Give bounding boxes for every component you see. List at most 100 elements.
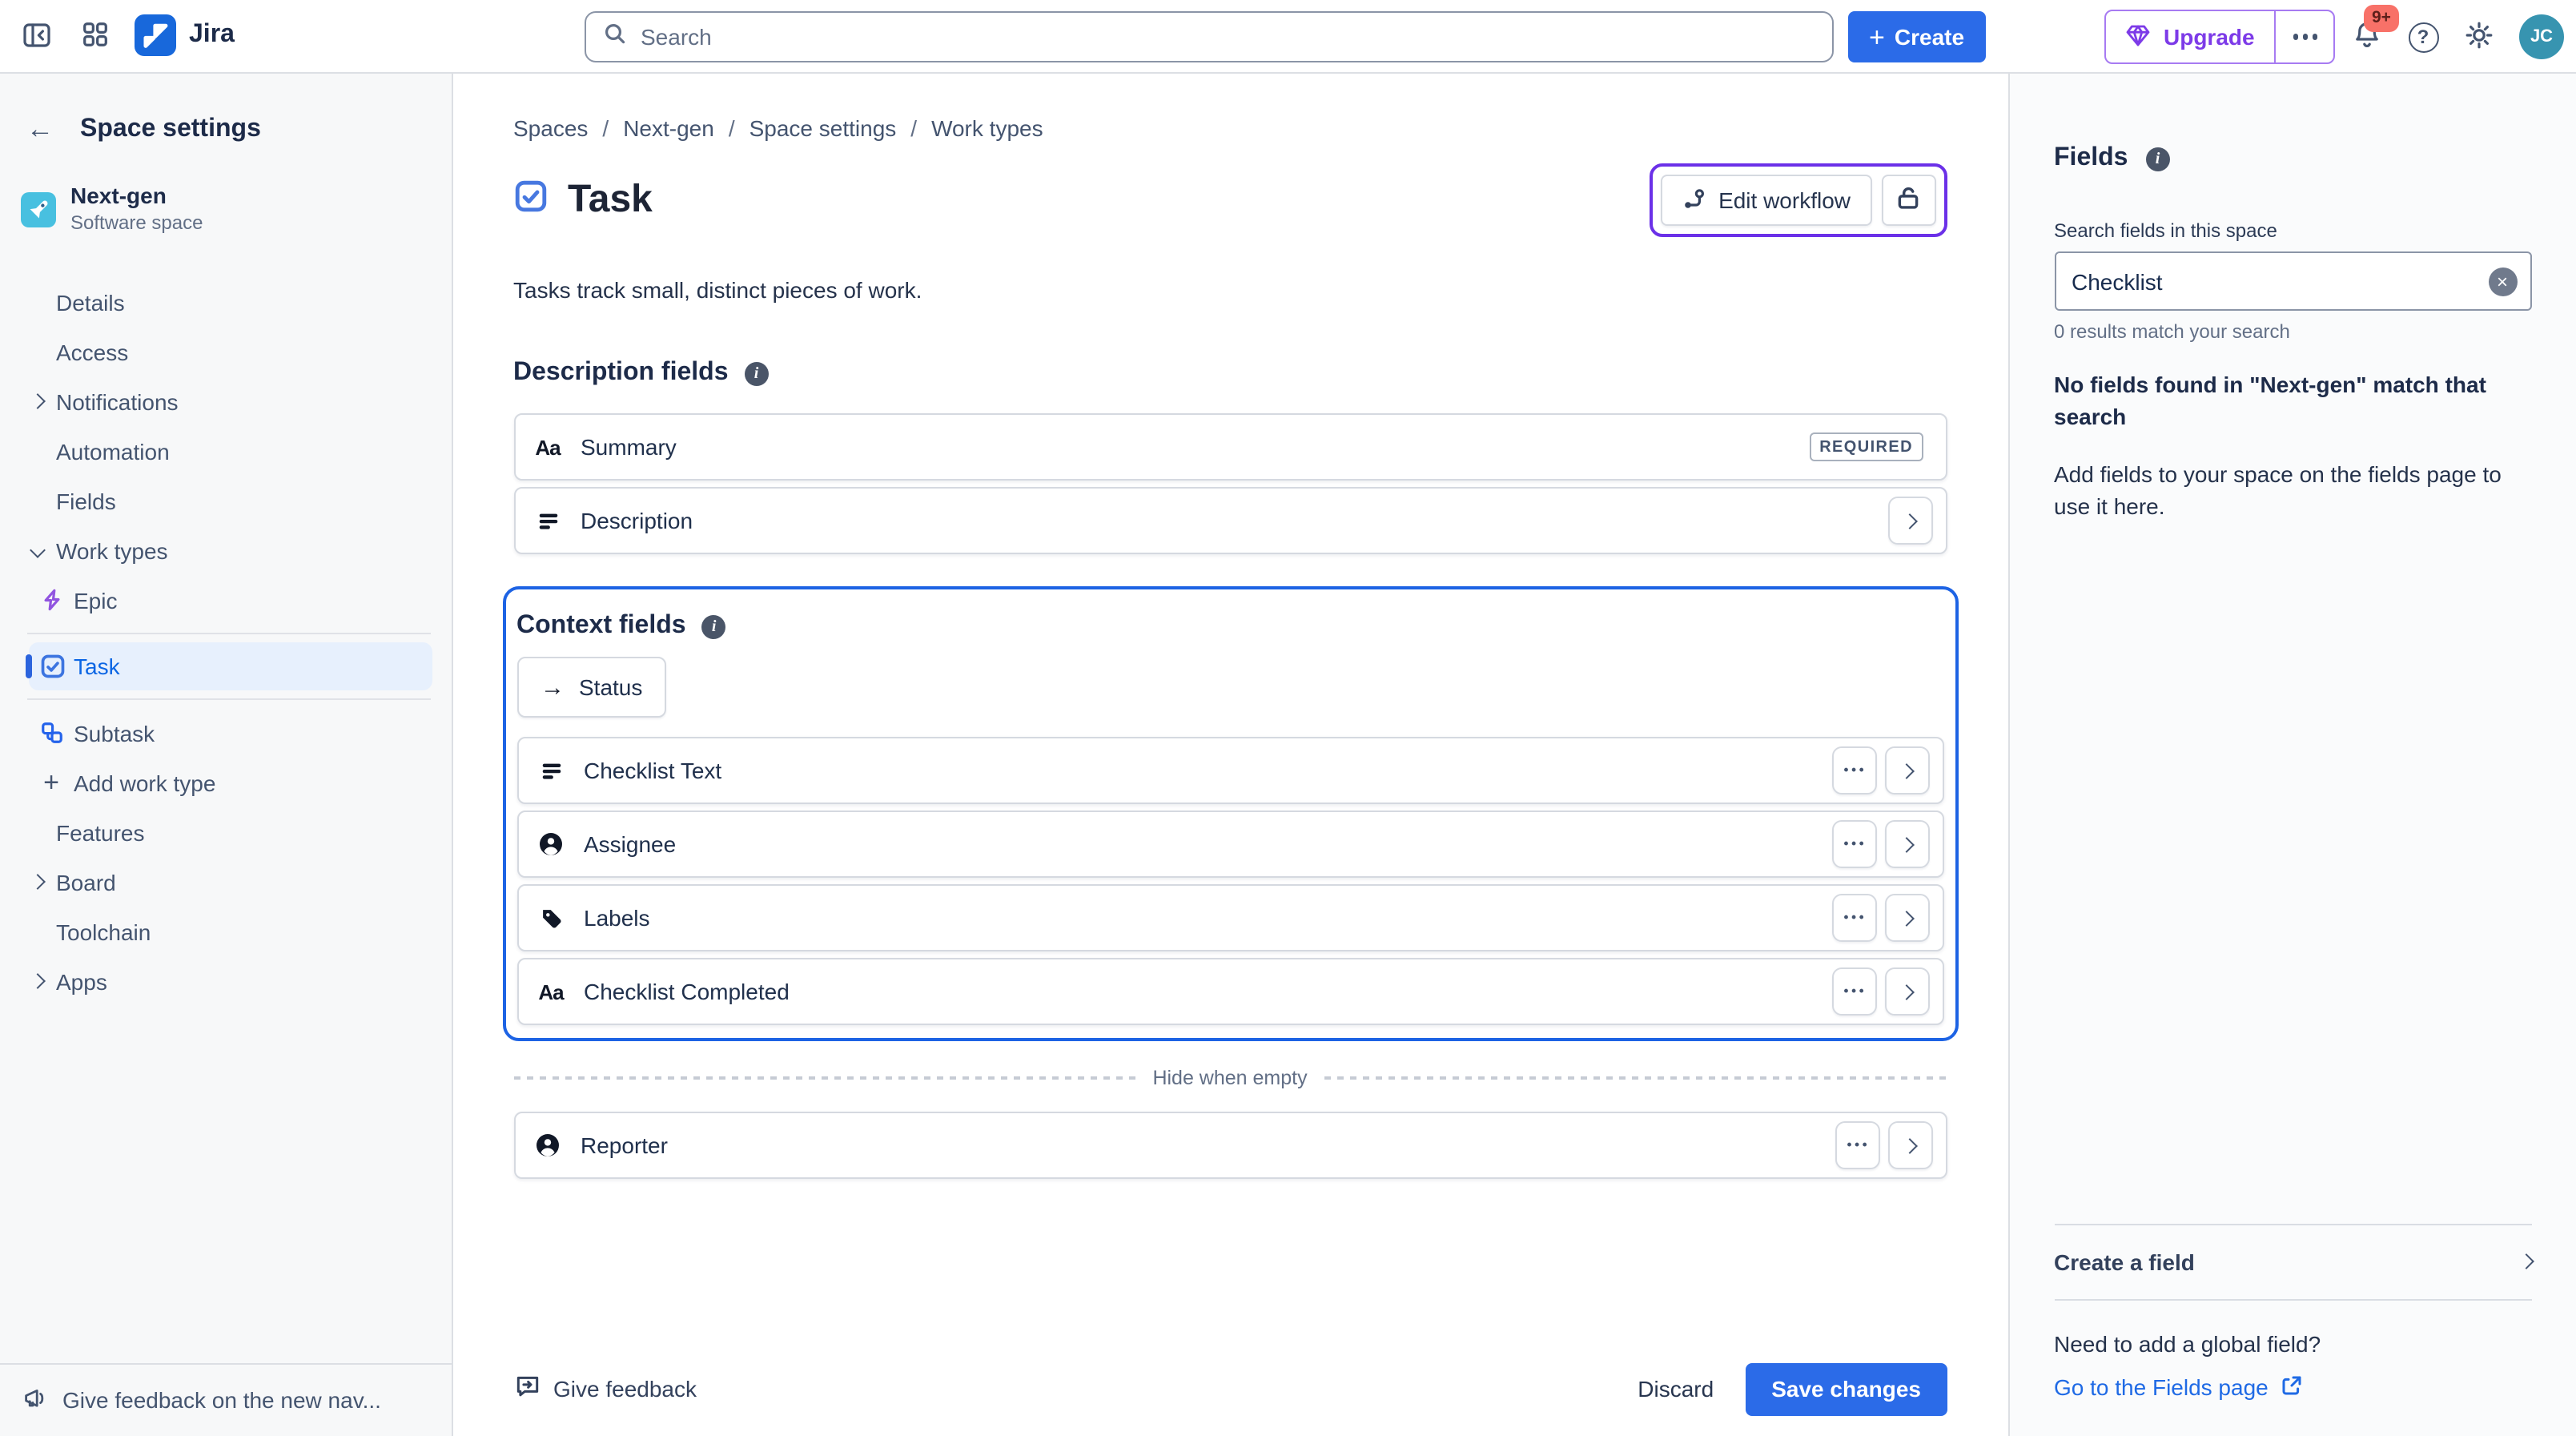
sidebar-item-toolchain[interactable]: Toolchain xyxy=(0,907,451,956)
field-row-checklist-completed[interactable]: Aa Checklist Completed xyxy=(516,958,1943,1025)
expand-field-button[interactable] xyxy=(1887,497,1932,545)
app-switcher-button[interactable] xyxy=(69,11,120,62)
field-more-button[interactable] xyxy=(1831,746,1876,794)
sidebar-item-label: Access xyxy=(56,339,128,364)
epic-icon xyxy=(38,587,64,613)
sidebar-item-access[interactable]: Access xyxy=(0,327,451,376)
tag-icon xyxy=(537,906,565,930)
paragraph-icon xyxy=(537,758,565,782)
sidebar-header: ← Space settings xyxy=(0,74,451,149)
sidebar-item-automation[interactable]: Automation xyxy=(0,426,451,476)
page-title: Task xyxy=(568,178,653,223)
field-row-labels[interactable]: Labels xyxy=(516,884,1943,951)
sidebar-item-notifications[interactable]: Notifications xyxy=(0,376,451,426)
sidebar-item-apps[interactable]: Apps xyxy=(0,956,451,1006)
context-fields-heading: Context fields i xyxy=(516,612,1943,641)
give-feedback-button[interactable]: Give feedback xyxy=(513,1373,697,1405)
sidebar-item-epic[interactable]: Epic xyxy=(0,575,451,625)
field-label: Description xyxy=(581,508,1868,533)
sidebar-item-board[interactable]: Board xyxy=(0,857,451,907)
create-field-button[interactable]: Create a field xyxy=(2054,1225,2531,1298)
field-row-summary[interactable]: Aa Summary REQUIRED xyxy=(513,413,1947,481)
sidebar-item-features[interactable]: Features xyxy=(0,807,451,857)
edit-workflow-button[interactable]: Edit workflow xyxy=(1661,175,1871,226)
field-more-button[interactable] xyxy=(1831,820,1876,868)
notification-count-badge: 9+ xyxy=(2364,5,2399,31)
back-button[interactable]: ← xyxy=(21,111,59,149)
field-label: Summary xyxy=(581,434,1790,460)
page-subtitle: Tasks track small, distinct pieces of wo… xyxy=(513,277,1947,303)
field-more-button[interactable] xyxy=(1835,1121,1879,1169)
info-icon[interactable]: i xyxy=(702,614,726,638)
field-more-button[interactable] xyxy=(1831,894,1876,942)
breadcrumb-spaces[interactable]: Spaces xyxy=(513,115,588,141)
breadcrumb-separator: / xyxy=(602,115,609,141)
feedback-bubble-icon xyxy=(513,1373,541,1405)
status-label: Status xyxy=(579,674,642,700)
more-dots-icon xyxy=(1851,989,1855,993)
chevron-right-icon xyxy=(1899,983,1915,1000)
expand-field-button[interactable] xyxy=(1887,1121,1932,1169)
description-fields-list: Aa Summary REQUIRED Description xyxy=(513,413,1947,554)
save-changes-button[interactable]: Save changes xyxy=(1746,1362,1947,1415)
jira-home-link[interactable]: Jira xyxy=(135,14,235,56)
fields-page-link-label: Go to the Fields page xyxy=(2054,1374,2269,1400)
section-title: Description fields xyxy=(513,359,729,388)
sidebar-title: Space settings xyxy=(80,115,261,144)
help-icon: ? xyxy=(2408,22,2438,52)
sidebar-item-label: Toolchain xyxy=(56,919,151,944)
settings-button[interactable] xyxy=(2453,11,2505,62)
collapse-sidebar-button[interactable] xyxy=(11,11,62,62)
fields-search-box[interactable]: × xyxy=(2054,251,2531,311)
go-to-fields-page-link[interactable]: Go to the Fields page xyxy=(2054,1374,2531,1401)
sidebar-feedback-button[interactable]: Give feedback on the new nav... xyxy=(0,1362,451,1436)
upgrade-button[interactable]: Upgrade xyxy=(2106,11,2274,62)
sidebar-item-subtask[interactable]: Subtask xyxy=(0,708,451,758)
clear-search-button[interactable]: × xyxy=(2488,267,2517,296)
breadcrumb-work-types[interactable]: Work types xyxy=(931,115,1043,141)
create-button[interactable]: + Create xyxy=(1848,11,1985,62)
external-link-icon xyxy=(2281,1374,2304,1401)
search-fields-label: Search fields in this space xyxy=(2054,219,2531,242)
help-button[interactable]: ? xyxy=(2397,11,2449,62)
search-input[interactable] xyxy=(641,24,1816,50)
dashed-line xyxy=(513,1076,1135,1080)
user-avatar[interactable]: JC xyxy=(2519,14,2564,59)
more-dots-icon xyxy=(2302,34,2308,40)
breadcrumb-space-settings[interactable]: Space settings xyxy=(749,115,897,141)
upgrade-label: Upgrade xyxy=(2164,24,2255,50)
space-type: Software space xyxy=(70,211,203,235)
sidebar-item-task-selected[interactable]: Task xyxy=(29,642,432,690)
chevron-right-icon xyxy=(1899,762,1915,778)
unlock-icon xyxy=(1895,184,1922,216)
fields-search-input[interactable] xyxy=(2072,268,2475,294)
sidebar-item-work-types[interactable]: Work types xyxy=(0,525,451,575)
info-icon[interactable]: i xyxy=(2145,147,2169,171)
expand-field-button[interactable] xyxy=(1884,820,1929,868)
sidebar-item-fields[interactable]: Fields xyxy=(0,476,451,525)
info-icon[interactable]: i xyxy=(745,361,769,385)
discard-button[interactable]: Discard xyxy=(1622,1365,1730,1413)
expand-field-button[interactable] xyxy=(1884,967,1929,1016)
fields-panel-heading: Fields i xyxy=(2054,144,2531,173)
field-row-description[interactable]: Description xyxy=(513,487,1947,554)
unlock-workflow-button[interactable] xyxy=(1881,175,1935,226)
sidebar-item-label: Fields xyxy=(56,488,116,513)
task-checkbox-icon xyxy=(40,654,66,679)
description-fields-heading: Description fields i xyxy=(513,359,1947,388)
notifications-button[interactable]: 9+ xyxy=(2341,11,2393,62)
breadcrumb-next-gen[interactable]: Next-gen xyxy=(623,115,714,141)
field-more-button[interactable] xyxy=(1831,967,1876,1016)
global-search[interactable] xyxy=(585,11,1834,62)
status-field-button[interactable]: → Status xyxy=(516,657,666,718)
diamond-icon xyxy=(2125,22,2151,52)
task-checkbox-icon xyxy=(513,179,547,221)
field-row-reporter[interactable]: Reporter xyxy=(513,1112,1947,1179)
sidebar-item-details[interactable]: Details xyxy=(0,277,451,327)
field-row-assignee[interactable]: Assignee xyxy=(516,811,1943,878)
expand-field-button[interactable] xyxy=(1884,894,1929,942)
upgrade-more-button[interactable] xyxy=(2277,11,2334,62)
sidebar-item-add-work-type[interactable]: + Add work type xyxy=(0,758,451,807)
expand-field-button[interactable] xyxy=(1884,746,1929,794)
field-row-checklist-text[interactable]: Checklist Text xyxy=(516,737,1943,804)
